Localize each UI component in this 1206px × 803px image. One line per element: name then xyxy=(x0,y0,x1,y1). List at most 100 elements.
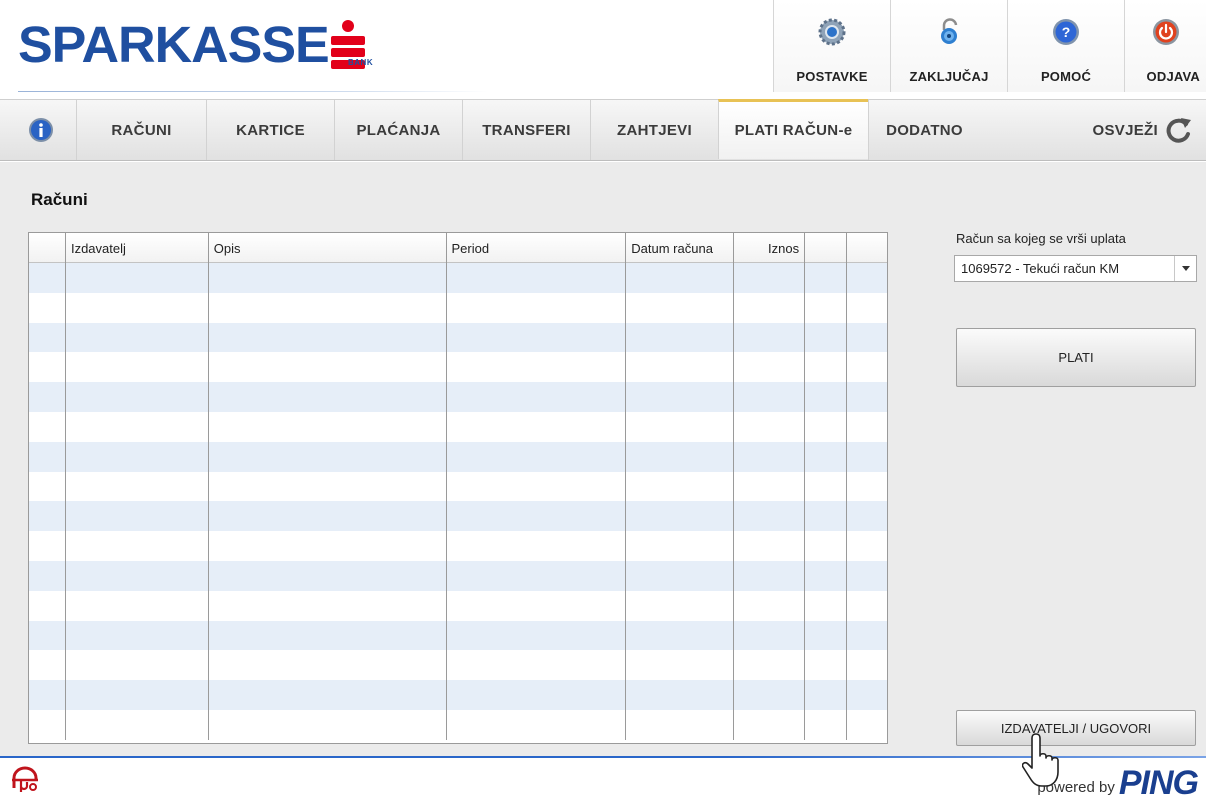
power-icon xyxy=(1152,19,1179,45)
table-cell xyxy=(447,620,627,651)
settings-gear-icon xyxy=(818,18,846,46)
chevron-down-icon[interactable] xyxy=(1174,256,1196,281)
table-cell xyxy=(847,293,887,323)
table-cell xyxy=(805,411,848,442)
table-row xyxy=(29,263,887,293)
column-header-extra-2[interactable] xyxy=(847,233,887,263)
table-cell xyxy=(66,471,209,502)
table-cell xyxy=(805,471,848,502)
table-cell xyxy=(626,650,735,681)
table-cell xyxy=(209,322,447,353)
account-select[interactable]: 1069572 - Tekući račun KM xyxy=(954,255,1197,282)
table-cell xyxy=(209,650,447,681)
table-cell xyxy=(805,263,848,293)
settings-button[interactable]: POSTAVKE xyxy=(773,0,890,92)
column-header-datum[interactable]: Datum računa xyxy=(626,233,735,263)
table-cell xyxy=(29,560,66,591)
table-cell xyxy=(29,441,66,472)
table-cell xyxy=(805,352,848,383)
table-cell xyxy=(66,590,209,621)
table-row xyxy=(29,322,887,353)
table-cell xyxy=(209,709,447,740)
table-cell xyxy=(805,322,848,353)
tab-transferi[interactable]: TRANSFERI xyxy=(462,100,590,160)
table-cell xyxy=(29,709,66,740)
help-button[interactable]: ? POMOĆ xyxy=(1007,0,1124,92)
table-cell xyxy=(734,620,806,651)
tab-plati-racun[interactable]: PLATI RAČUN-e xyxy=(718,99,868,159)
refresh-button[interactable]: OSVJEŽI xyxy=(1093,100,1194,160)
table-cell xyxy=(847,323,887,353)
table-cell xyxy=(447,680,627,710)
table-cell xyxy=(805,501,848,532)
table-row xyxy=(29,590,887,621)
table-cell xyxy=(847,263,887,293)
tab-kartice[interactable]: KARTICE xyxy=(206,100,334,160)
svg-text:?: ? xyxy=(1062,24,1071,40)
logout-button[interactable]: ODJAVA xyxy=(1124,0,1206,92)
footer: powered by PING xyxy=(0,758,1206,803)
table-cell xyxy=(626,471,735,502)
table-cell xyxy=(447,411,627,442)
table-cell xyxy=(734,292,806,323)
table-row xyxy=(29,352,887,383)
table-cell xyxy=(29,411,66,442)
table-cell xyxy=(626,322,735,353)
table-row xyxy=(29,471,887,502)
table-cell xyxy=(805,382,848,412)
column-header-select[interactable] xyxy=(29,233,66,263)
table-cell xyxy=(626,620,735,651)
table-cell xyxy=(66,263,209,293)
tab-racuni[interactable]: RAČUNI xyxy=(76,100,206,160)
table-cell xyxy=(626,292,735,323)
table-cell xyxy=(734,471,806,502)
tab-placanja[interactable]: PLAĆANJA xyxy=(334,100,462,160)
table-cell xyxy=(209,680,447,710)
pay-button[interactable]: PLATI xyxy=(956,328,1196,387)
column-header-opis[interactable]: Opis xyxy=(209,233,447,263)
table-cell xyxy=(734,441,806,472)
logout-label: ODJAVA xyxy=(1146,69,1200,84)
table-cell xyxy=(847,710,887,740)
table-cell xyxy=(847,561,887,591)
column-header-izdavatelj[interactable]: Izdavatelj xyxy=(66,233,209,263)
table-cell xyxy=(66,411,209,442)
powered-by-text: powered by xyxy=(1037,779,1115,796)
table-cell xyxy=(209,560,447,591)
table-cell xyxy=(805,441,848,472)
table-cell xyxy=(447,560,627,591)
column-header-iznos[interactable]: Iznos xyxy=(734,233,806,263)
content-area: Računi Izdavatelj Opis Period Datum raču… xyxy=(0,162,1206,757)
table-cell xyxy=(29,263,66,293)
table-cell xyxy=(626,411,735,442)
table-cell xyxy=(66,382,209,412)
table-cell xyxy=(847,680,887,710)
settings-label: POSTAVKE xyxy=(796,69,868,84)
table-cell xyxy=(847,412,887,442)
table-cell xyxy=(805,709,848,740)
table-cell xyxy=(626,441,735,472)
table-cell xyxy=(447,292,627,323)
table-cell xyxy=(29,590,66,621)
table-cell xyxy=(626,352,735,383)
account-select-value: 1069572 - Tekući račun KM xyxy=(961,261,1120,276)
tab-dodatno[interactable]: DODATNO xyxy=(868,100,980,160)
info-button[interactable] xyxy=(10,100,76,160)
table-cell xyxy=(447,501,627,532)
table-cell xyxy=(66,352,209,383)
lock-button[interactable]: ZAKLJUČAJ xyxy=(890,0,1007,92)
table-cell xyxy=(626,531,735,561)
table-cell xyxy=(805,590,848,621)
table-cell xyxy=(734,322,806,353)
table-cell xyxy=(447,650,627,681)
table-row xyxy=(29,292,887,323)
issuers-contracts-button[interactable]: IZDAVATELJI / UGOVORI xyxy=(956,710,1196,746)
table-cell xyxy=(447,382,627,412)
column-header-period[interactable]: Period xyxy=(447,233,627,263)
brand-sub: BANK xyxy=(348,58,374,67)
column-header-extra-1[interactable] xyxy=(805,233,848,263)
table-cell xyxy=(805,650,848,681)
tab-zahtjevi[interactable]: ZAHTJEVI xyxy=(590,100,718,160)
table-cell xyxy=(447,709,627,740)
table-row xyxy=(29,709,887,740)
